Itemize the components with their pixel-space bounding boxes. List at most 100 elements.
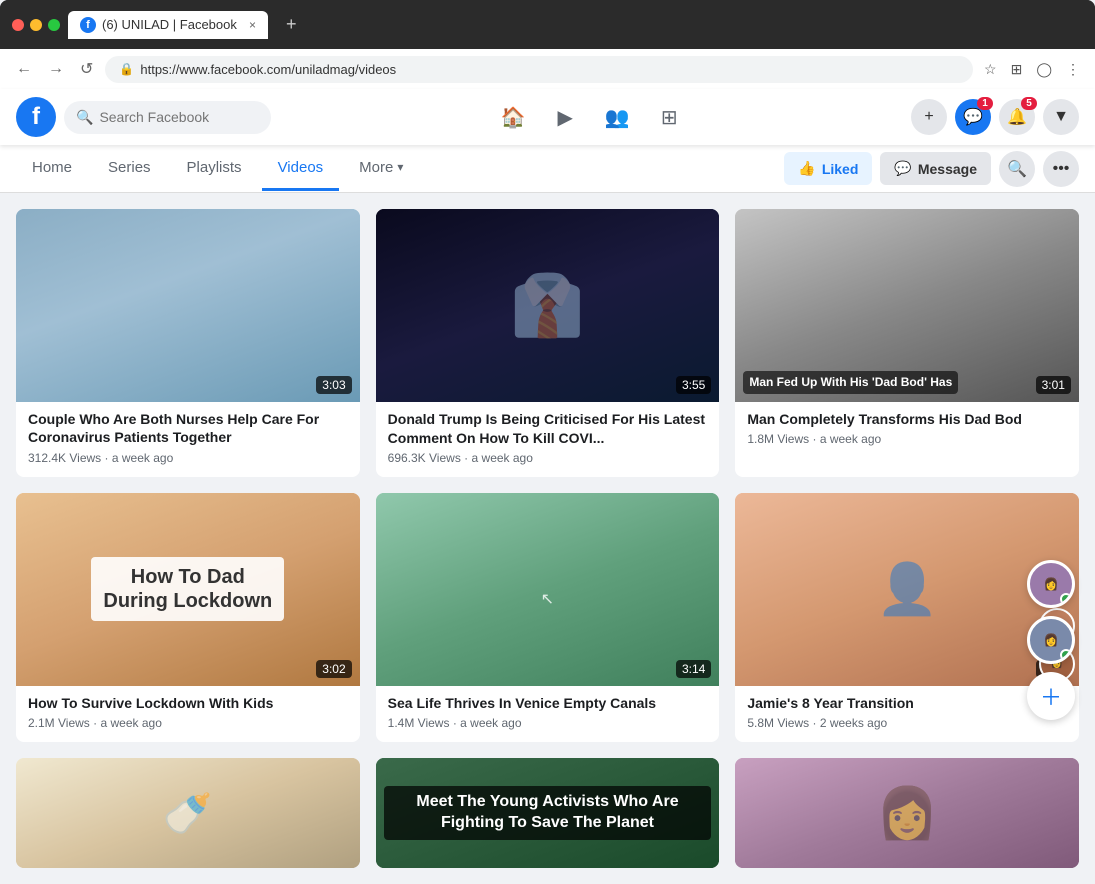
reload-button[interactable]: ↺ (76, 55, 97, 83)
bookmark-icon[interactable]: ☆ (981, 58, 1000, 81)
video-duration-v2: 3:55 (676, 376, 711, 394)
video-thumbnail-v9: 👩 (735, 758, 1079, 868)
plus-circle-icon: ＋ (1040, 680, 1062, 712)
search-page-button[interactable]: 🔍 (999, 151, 1035, 187)
video-card-v1[interactable]: 3:03 Couple Who Are Both Nurses Help Car… (16, 209, 360, 477)
video-title-v2: Donald Trump Is Being Criticised For His… (388, 410, 708, 446)
browser-titlebar: f (6) UNILAD | Facebook × + (0, 0, 1095, 49)
video-title-v3: Man Completely Transforms His Dad Bod (747, 410, 1067, 428)
account-menu-button[interactable]: ▼ (1043, 99, 1079, 135)
video-duration-v3: 3:01 (1036, 376, 1071, 394)
nav-home[interactable]: Home (16, 147, 88, 191)
nav-playlists[interactable]: Playlists (171, 147, 258, 191)
page-nav-links: Home Series Playlists Videos More ▾ (16, 147, 784, 191)
page-nav: Home Series Playlists Videos More ▾ 👍 Li… (0, 145, 1095, 193)
video-card-v3[interactable]: Man Fed Up With His 'Dad Bod' Has 3:01 M… (735, 209, 1079, 477)
video-thumbnail-v3: Man Fed Up With His 'Dad Bod' Has 3:01 (735, 209, 1079, 402)
lock-icon: 🔒 (119, 62, 134, 76)
thumb-inner-v8: Meet The Young Activists Who Are Fightin… (376, 758, 720, 868)
floating-chat: 👩 👩 ＋ (1027, 560, 1075, 720)
friends-nav-icon[interactable]: 👥 (593, 93, 641, 141)
notifications-button[interactable]: 🔔 5 (999, 99, 1035, 135)
browser-addressbar: ← → ↺ 🔒 https://www.facebook.com/uniladm… (0, 49, 1095, 89)
video-card-v9[interactable]: 👩 (735, 758, 1079, 868)
video-thumbnail-v7: 🍼 (16, 758, 360, 868)
online-indicator-2 (1060, 649, 1072, 661)
tab-close-button[interactable]: × (249, 18, 256, 32)
thumb-inner-v1 (16, 209, 360, 402)
ellipsis-icon: ••• (1053, 160, 1070, 178)
video-grid-container: 3:03 Couple Who Are Both Nurses Help Car… (0, 193, 1095, 884)
thumb-inner-v7: 🍼 (16, 758, 360, 868)
video-duration-v4: 3:02 (316, 660, 351, 678)
browser-tab[interactable]: f (6) UNILAD | Facebook × (68, 11, 268, 39)
video-meta-v6: 5.8M Views · 2 weeks ago (747, 716, 1067, 730)
chat-avatar-2[interactable]: 👩 (1027, 616, 1075, 664)
video-duration-v5: 3:14 (676, 660, 711, 678)
fb-header-right: + 💬 1 🔔 5 ▼ (911, 99, 1079, 135)
close-dot[interactable] (12, 19, 24, 31)
video-meta-v2: 696.3K Views · a week ago (388, 451, 708, 465)
new-chat-button[interactable]: ＋ (1027, 672, 1075, 720)
more-dropdown-arrow: ▾ (397, 160, 403, 174)
home-nav-icon[interactable]: 🏠 (489, 93, 537, 141)
video-card-v5[interactable]: ↖ 3:14 Sea Life Thrives In Venice Empty … (376, 493, 720, 743)
facebook-app: f 🔍 🏠 ▶ 👥 ⊞ + 💬 1 🔔 5 ▼ (0, 89, 1095, 884)
video-info-v1: Couple Who Are Both Nurses Help Care For… (16, 402, 360, 476)
nav-more[interactable]: More ▾ (343, 147, 419, 191)
video-thumbnail-v5: ↖ 3:14 (376, 493, 720, 686)
video-card-v2[interactable]: 👔 3:55 Donald Trump Is Being Criticised … (376, 209, 720, 477)
minimize-dot[interactable] (30, 19, 42, 31)
video-title-v6: Jamie's 8 Year Transition (747, 694, 1067, 712)
search-page-icon: 🔍 (1007, 159, 1027, 179)
message-button[interactable]: 💬 Message (880, 152, 991, 185)
chat-avatar-1[interactable]: 👩 (1027, 560, 1075, 608)
facebook-favicon: f (80, 17, 96, 33)
extensions-icon[interactable]: ⊞ (1008, 58, 1026, 81)
fb-header: f 🔍 🏠 ▶ 👥 ⊞ + 💬 1 🔔 5 ▼ (0, 89, 1095, 145)
search-input[interactable] (99, 109, 259, 125)
address-bar[interactable]: 🔒 https://www.facebook.com/uniladmag/vid… (105, 56, 973, 83)
video-thumbnail-v4: How To DadDuring Lockdown 3:02 (16, 493, 360, 686)
marketplace-nav-icon[interactable]: ⊞ (645, 93, 693, 141)
menu-icon[interactable]: ⋮ (1063, 58, 1083, 81)
video-duration-v1: 3:03 (316, 376, 351, 394)
thumb-inner-v2: 👔 (376, 209, 720, 402)
thumb-inner-v3: Man Fed Up With His 'Dad Bod' Has (735, 209, 1079, 402)
thumb-inner-v4: How To DadDuring Lockdown (16, 493, 360, 686)
nav-series[interactable]: Series (92, 147, 167, 191)
fb-nav-center: 🏠 ▶ 👥 ⊞ (489, 93, 693, 141)
thumb-inner-v9: 👩 (735, 758, 1079, 868)
video-card-v7[interactable]: 🍼 (16, 758, 360, 868)
maximize-dot[interactable] (48, 19, 60, 31)
online-indicator (1060, 593, 1072, 605)
more-options-button[interactable]: ••• (1043, 151, 1079, 187)
thumbs-up-icon: 👍 (798, 160, 815, 177)
fb-logo[interactable]: f (16, 97, 56, 137)
page-nav-actions: 👍 Liked 💬 Message 🔍 ••• (784, 151, 1079, 187)
video-card-v4[interactable]: How To DadDuring Lockdown 3:02 How To Su… (16, 493, 360, 743)
back-button[interactable]: ← (12, 56, 36, 82)
browser-chrome: f (6) UNILAD | Facebook × + ← → ↺ 🔒 http… (0, 0, 1095, 89)
video-card-v8[interactable]: Meet The Young Activists Who Are Fightin… (376, 758, 720, 868)
video-title-v4: How To Survive Lockdown With Kids (28, 694, 348, 712)
liked-button[interactable]: 👍 Liked (784, 152, 872, 185)
search-box[interactable]: 🔍 (64, 101, 271, 134)
video-meta-v4: 2.1M Views · a week ago (28, 716, 348, 730)
video-thumbnail-v8: Meet The Young Activists Who Are Fightin… (376, 758, 720, 868)
watch-nav-icon[interactable]: ▶ (541, 93, 589, 141)
url-text: https://www.facebook.com/uniladmag/video… (140, 62, 396, 77)
video-info-v3: Man Completely Transforms His Dad Bod 1.… (735, 402, 1079, 458)
new-tab-button[interactable]: + (276, 8, 307, 41)
search-icon: 🔍 (76, 109, 93, 126)
profile-icon[interactable]: ◯ (1033, 58, 1055, 81)
forward-button[interactable]: → (44, 56, 68, 82)
video-title-v5: Sea Life Thrives In Venice Empty Canals (388, 694, 708, 712)
messenger-button[interactable]: 💬 1 (955, 99, 991, 135)
thumb-inner-v5 (376, 493, 720, 686)
video-meta-v5: 1.4M Views · a week ago (388, 716, 708, 730)
messenger-btn-icon: 💬 (894, 160, 911, 177)
nav-videos[interactable]: Videos (262, 147, 340, 191)
add-button[interactable]: + (911, 99, 947, 135)
video-title-v1: Couple Who Are Both Nurses Help Care For… (28, 410, 348, 446)
